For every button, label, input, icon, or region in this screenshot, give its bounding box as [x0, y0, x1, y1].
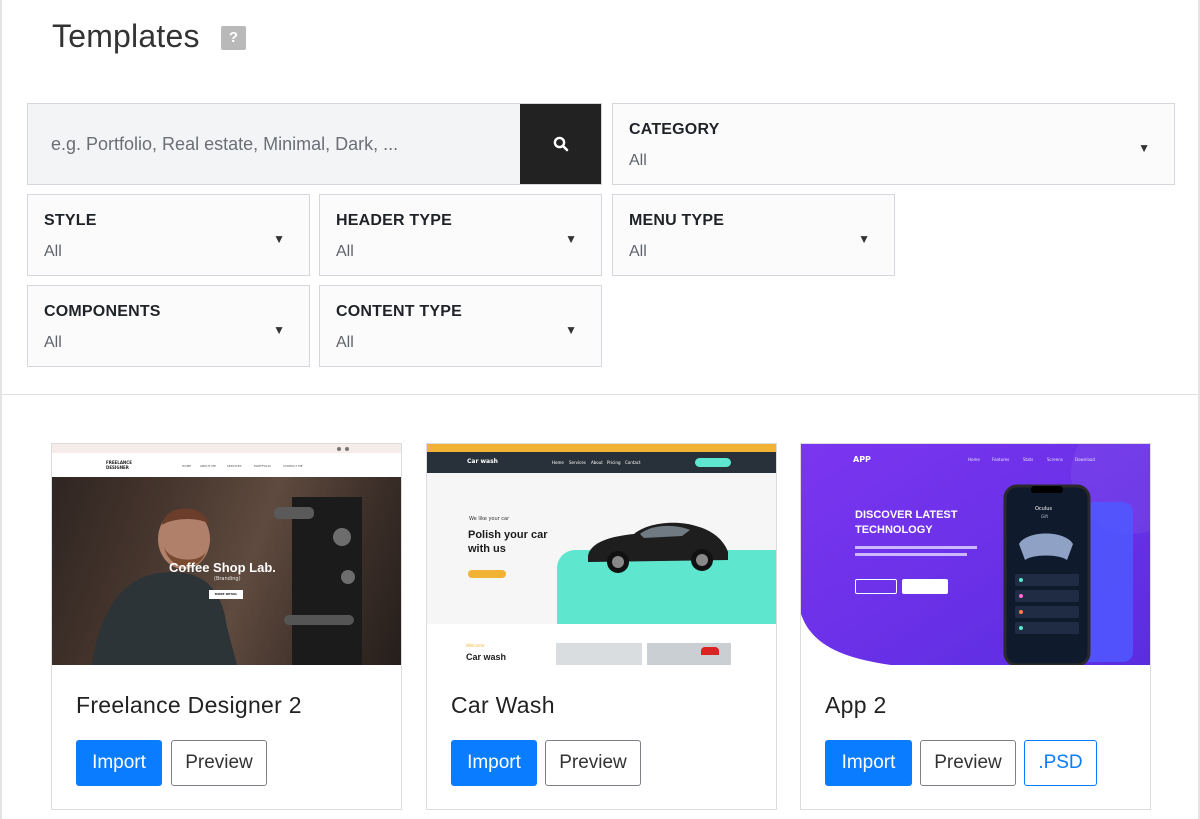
thumb-nav-item: Home	[552, 460, 564, 465]
style-select[interactable]: STYLE All ▼	[27, 194, 310, 276]
caret-down-icon: ▼	[273, 232, 285, 246]
template-thumbnail[interactable]: APP Home Features Stats Screens Download…	[801, 444, 1150, 665]
style-value: All	[44, 243, 62, 260]
preview-button[interactable]: Preview	[545, 740, 641, 786]
page-title: Templates	[52, 18, 200, 54]
caret-down-icon: ▼	[858, 232, 870, 246]
thumb-headline: Coffee Shop Lab.	[169, 560, 276, 575]
components-select[interactable]: COMPONENTS All ▼	[27, 285, 310, 367]
menu-type-value: All	[629, 243, 647, 260]
thumb-phone-title: Oculus	[1035, 506, 1053, 512]
import-button[interactable]: Import	[451, 740, 537, 786]
car-illustration	[588, 522, 728, 573]
content-type-label: CONTENT TYPE	[336, 303, 462, 320]
import-button[interactable]: Import	[825, 740, 912, 786]
content-type-value: All	[336, 334, 354, 351]
thumb-nav-item: About	[591, 460, 603, 465]
template-thumbnail[interactable]: Car wash Home Services About Pricing Con…	[427, 444, 776, 665]
thumb-nav-item: Home	[968, 457, 980, 462]
caret-down-icon: ▼	[1138, 141, 1150, 155]
caret-down-icon: ▼	[565, 323, 577, 337]
caret-down-icon: ▼	[273, 323, 285, 337]
style-label: STYLE	[44, 212, 97, 229]
section-divider	[2, 394, 1198, 395]
search-box	[27, 103, 602, 185]
template-card: Car wash Home Services About Pricing Con…	[426, 443, 777, 810]
components-label: COMPONENTS	[44, 303, 161, 320]
thumb-brand: FREELANCE DESIGNER	[106, 460, 132, 470]
help-icon[interactable]: ?	[221, 26, 246, 50]
header-type-value: All	[336, 243, 354, 260]
thumb-phone-sub: Gift	[1041, 514, 1049, 519]
thumb-topbar	[427, 444, 776, 452]
search-button[interactable]	[520, 104, 601, 184]
template-thumbnail[interactable]: FREELANCE DESIGNER HOME ABOUT ME SERVICE…	[52, 444, 401, 665]
category-value: All	[629, 152, 647, 169]
dot-icon	[337, 447, 341, 451]
template-card: FREELANCE DESIGNER HOME ABOUT ME SERVICE…	[51, 443, 402, 810]
thumb-nav-item: Features	[992, 457, 1010, 462]
components-value: All	[44, 334, 62, 351]
thumb-kicker: We like your car	[469, 516, 510, 522]
template-title: Car Wash	[451, 692, 555, 718]
thumb-nav-item: HOME	[182, 464, 192, 468]
template-title: App 2	[825, 692, 887, 718]
thumb-store-button	[902, 579, 948, 594]
thumb-nav-item: PORTFOLIO	[254, 464, 271, 468]
thumb-cta: MORE DETAIL	[209, 590, 243, 599]
thumb-brand: Car wash	[467, 458, 498, 465]
thumb-section-title: Car wash	[466, 652, 507, 662]
template-card: APP Home Features Stats Screens Download…	[800, 443, 1151, 810]
thumb-store-button	[855, 579, 897, 594]
caret-down-icon: ▼	[565, 232, 577, 246]
thumb-appointment-button	[695, 458, 731, 467]
header-type-label: HEADER TYPE	[336, 212, 452, 229]
preview-button[interactable]: Preview	[171, 740, 267, 786]
preview-button[interactable]: Preview	[920, 740, 1016, 786]
phone-mockup	[1003, 484, 1133, 665]
page-border-left	[0, 0, 2, 819]
import-button[interactable]: Import	[76, 740, 162, 786]
thumb-nav-item: Screens	[1047, 457, 1063, 462]
thumb-headline: DISCOVER LATEST TECHNOLOGY	[855, 509, 958, 536]
thumb-nav-item: Services	[569, 460, 586, 465]
thumb-text-line	[855, 546, 977, 549]
menu-type-label: MENU TYPE	[629, 212, 725, 229]
thumb-nav-item: CONTACT ME	[283, 464, 303, 468]
search-input[interactable]	[28, 104, 521, 184]
thumb-nav-item: Pricing	[607, 460, 621, 465]
category-label: CATEGORY	[629, 121, 720, 138]
header-type-select[interactable]: HEADER TYPE All ▼	[319, 194, 602, 276]
thumb-photo-detail	[701, 647, 719, 655]
dot-icon	[345, 447, 349, 451]
thumb-photo	[556, 643, 642, 665]
template-title: Freelance Designer 2	[76, 692, 302, 718]
thumb-nav-item: ABOUT ME	[200, 464, 216, 468]
thumb-cta	[468, 570, 506, 578]
category-select[interactable]: CATEGORY All ▼	[612, 103, 1175, 185]
thumb-tag: (Branding)	[214, 576, 241, 582]
psd-download-button[interactable]: .PSD	[1024, 740, 1097, 786]
thumb-text-line	[855, 553, 967, 556]
thumb-nav-item: Contact	[625, 460, 641, 465]
thumb-nav-item: Download	[1075, 457, 1095, 462]
thumb-nav-item: Stats	[1023, 457, 1034, 462]
thumb-brand: APP	[853, 455, 871, 464]
thumb-headline: Polish your car with us	[468, 529, 548, 555]
content-type-select[interactable]: CONTENT TYPE All ▼	[319, 285, 602, 367]
search-icon	[553, 136, 568, 152]
menu-type-select[interactable]: MENU TYPE All ▼	[612, 194, 895, 276]
thumb-section-kicker: Welcome	[466, 643, 485, 648]
thumb-nav-item: SERVICES	[227, 464, 242, 468]
